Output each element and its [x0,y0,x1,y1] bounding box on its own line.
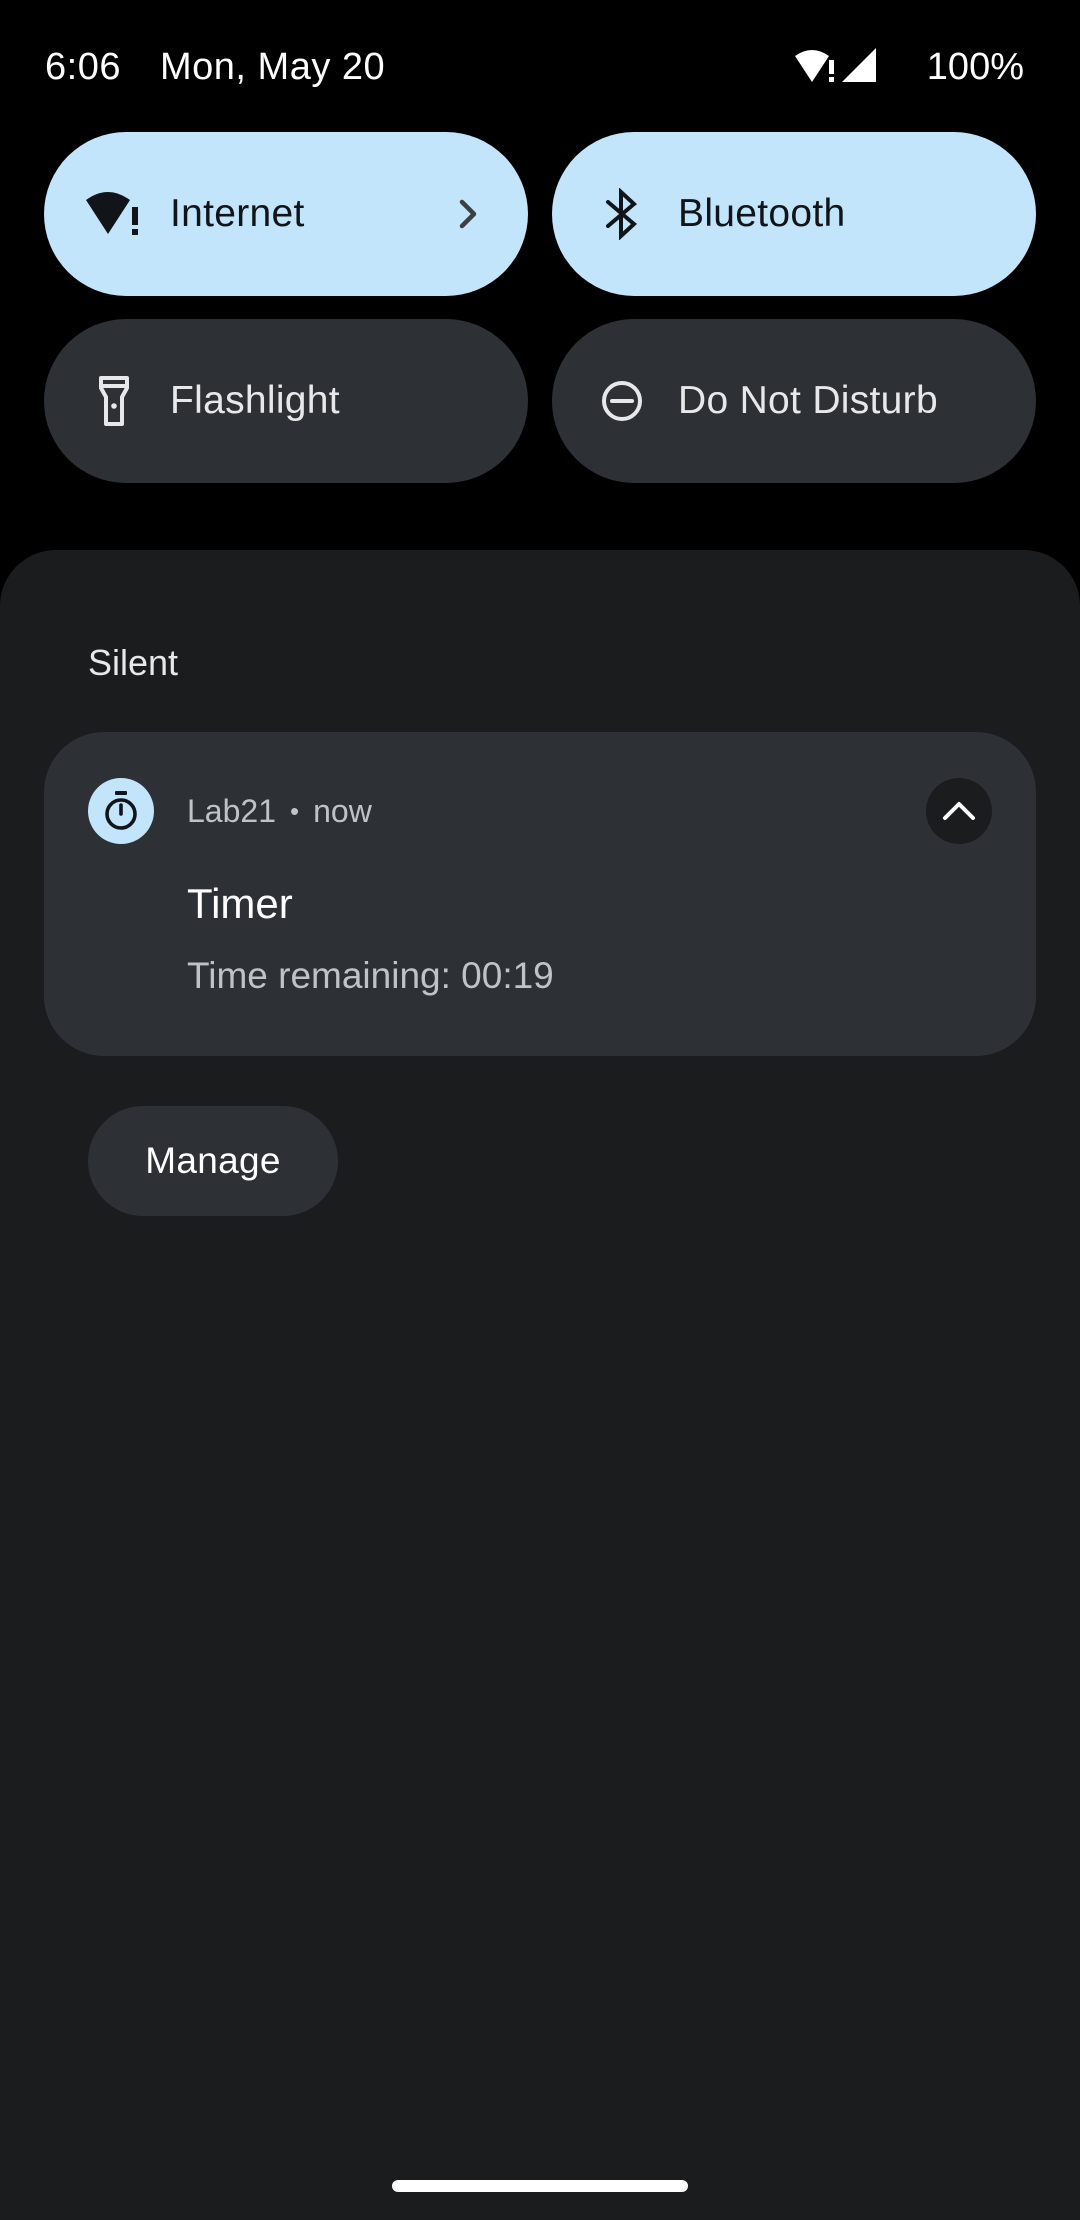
home-indicator[interactable] [392,2180,688,2192]
tile-flashlight[interactable]: Flashlight [44,319,528,483]
notification-title: Timer [187,880,293,927]
status-date: Mon, May 20 [160,46,386,88]
notification-app-name: Lab21 [187,793,276,829]
tile-bluetooth[interactable]: Bluetooth [552,132,1036,296]
chevron-up-icon [943,802,975,820]
tile-internet[interactable]: Internet [44,132,528,296]
tile-bluetooth-label: Bluetooth [678,192,846,235]
status-time: 6:06 [45,46,121,88]
notification-shade-screen: 6:06 Mon, May 20 100% Internet Bluetooth… [0,0,1080,2220]
tile-internet-label: Internet [170,192,305,235]
notification-text: Time remaining: 00:19 [187,955,554,996]
notification-header: Lab21 • now [187,790,372,832]
manage-button[interactable]: Manage [88,1106,338,1216]
bluetooth-icon [592,184,652,244]
notification-collapse-button[interactable] [926,778,992,844]
do-not-disturb-icon [592,371,652,431]
wifi-alert-icon [795,50,834,82]
notification-separator: • [289,796,300,826]
tile-do-not-disturb-label: Do Not Disturb [678,379,938,422]
wifi-alert-icon [84,184,144,244]
tile-do-not-disturb[interactable]: Do Not Disturb [552,319,1036,483]
notification-panel: Silent Lab21 • now Timer Time remaining:… [0,550,1080,2220]
battery-percentage: 100% [926,46,1024,88]
chevron-right-icon [459,199,477,229]
tile-flashlight-label: Flashlight [170,379,340,422]
cell-signal-icon [842,48,876,82]
section-header-silent: Silent [88,642,179,683]
flashlight-icon [84,371,144,431]
notification-time: now [313,793,372,829]
notification-card[interactable]: Lab21 • now Timer Time remaining: 00:19 [44,732,1036,1056]
status-bar: 6:06 Mon, May 20 100% [0,0,1080,134]
timer-icon [88,778,154,844]
